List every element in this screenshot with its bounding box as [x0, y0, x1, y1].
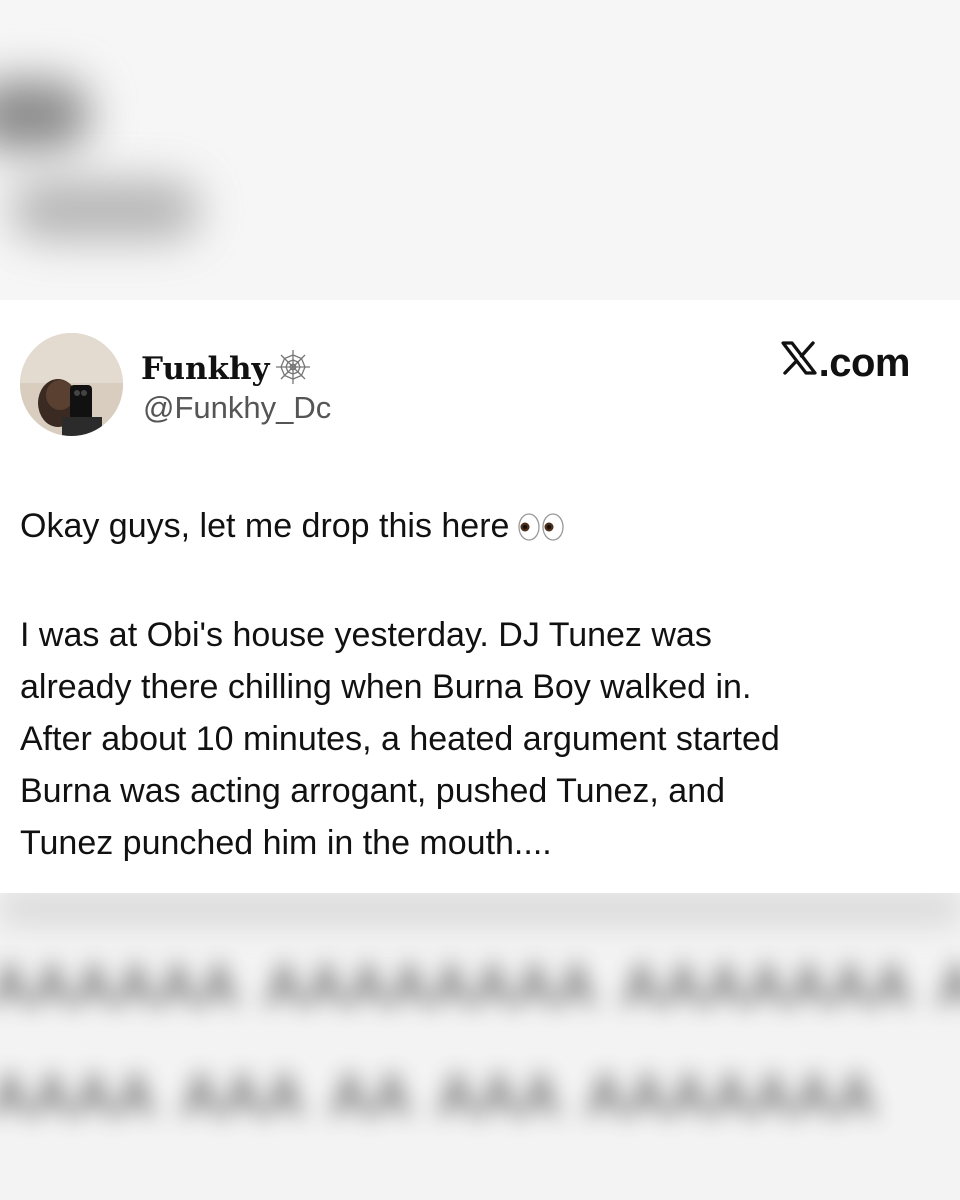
author-name-row: Funkhy [141, 346, 312, 391]
x-logo-icon [781, 340, 817, 386]
brand-text: .com [818, 340, 911, 385]
tweet-body-line: I was at Obi's house yesterday. DJ Tunez… [20, 616, 712, 654]
x-brand-label: .com [781, 340, 911, 386]
display-name[interactable]: Funkhy [141, 351, 270, 387]
tweet-body-line: Burna was acting arrogant, pushed Tunez,… [20, 772, 726, 810]
tweet-card: Funkhy @Funkhy_Dc .com Okay guys, let me… [0, 300, 960, 893]
avatar[interactable] [20, 333, 123, 436]
tweet-text: Okay guys, let me drop this here I was a… [20, 500, 940, 869]
page: Funkhy @Funkhy_Dc .com Okay guys, let me… [0, 0, 960, 1200]
tweet-body-line: already there chilling when Burna Boy wa… [20, 668, 752, 706]
spiderweb-icon [274, 348, 312, 391]
tweet-body-line: After about 10 minutes, a heated argumen… [20, 720, 780, 758]
tweet-body-line: Tunez punched him in the mouth.... [20, 824, 552, 862]
blur-band [0, 893, 960, 923]
blurred-background-top [0, 0, 960, 300]
blurred-text-line: ᴀᴀᴀᴀᴀᴀ ᴀᴀᴀᴀᴀᴀᴀᴀ ᴀᴀᴀᴀᴀᴀᴀ ᴀᴀᴀ [0, 934, 960, 1025]
eyes-icon [517, 505, 565, 557]
blurred-background-bottom: ᴀᴀᴀᴀᴀᴀ ᴀᴀᴀᴀᴀᴀᴀᴀ ᴀᴀᴀᴀᴀᴀᴀ ᴀ ᴀᴀ ᴀᴀ ᴀᴀ ᴀ ᴀᴀ ᴀᴀ … [0, 893, 960, 1200]
author-handle[interactable]: @Funkhy_Dc [143, 390, 331, 426]
intro-text: Okay guys, let me drop this here [20, 507, 510, 545]
blurred-text-line: ᴀᴀᴀᴀ ᴀᴀᴀ ᴀᴀ ᴀᴀᴀ ᴀᴀᴀᴀᴀᴀᴀ [0, 1044, 878, 1135]
tweet-intro-line: Okay guys, let me drop this here [20, 500, 940, 557]
